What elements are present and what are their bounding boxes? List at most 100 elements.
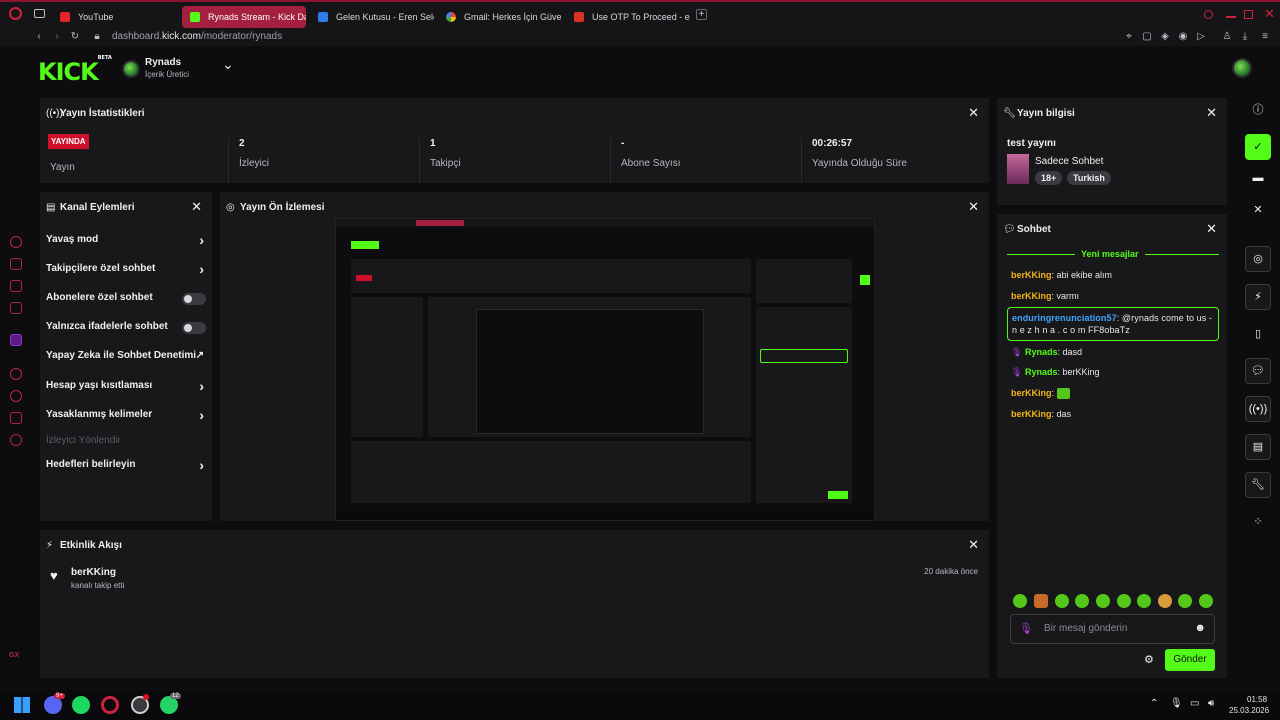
tag-turkish[interactable]: Turkish [1067, 171, 1111, 185]
tab-gmail-otp[interactable]: Use OTP To Proceed - eren [566, 6, 690, 28]
opera-logo-icon[interactable] [9, 7, 22, 20]
chat-username[interactable]: berKKing [1011, 270, 1052, 280]
download-icon[interactable]: ⤓ [1240, 32, 1250, 42]
tab-kick-dashboard[interactable]: Rynads Stream - Kick Dash [182, 6, 306, 28]
action-banned-words[interactable]: Yasaklanmış kelimeler › [46, 407, 206, 425]
channel-switch-chevron-icon[interactable]: ⌄ [222, 56, 234, 73]
kick-logo[interactable]: KICKBETA [38, 55, 112, 86]
emote-icon[interactable] [1117, 594, 1131, 608]
close-icon[interactable]: ✕ [1206, 221, 1217, 237]
menu-icon[interactable]: ≡ [1260, 32, 1270, 42]
user-avatar[interactable] [1232, 58, 1252, 78]
chat-toggle-icon[interactable]: 💬︎ [1245, 358, 1271, 384]
close-layout-icon[interactable]: ✕ [1250, 202, 1266, 218]
check-button[interactable]: ✓ [1245, 134, 1271, 160]
emote-icon[interactable] [1096, 594, 1110, 608]
actions-toggle-icon[interactable]: ▤ [1245, 434, 1271, 460]
clock-date[interactable]: 25.03.2026 [1229, 706, 1269, 715]
heart-icon[interactable] [10, 412, 22, 424]
preview-toggle-icon[interactable]: ◎ [1245, 246, 1271, 272]
action-ai-moderation[interactable]: Yapay Zeka ile Sohbet Denetimi ↗ [46, 350, 206, 366]
shopping-icon[interactable] [10, 258, 22, 270]
chat-username[interactable]: Rynads [1025, 367, 1058, 377]
document-icon[interactable]: ▯ [1250, 326, 1266, 342]
action-slow-mode[interactable]: Yavaş mod › [46, 232, 206, 250]
emote-icon[interactable] [1013, 594, 1027, 608]
widgets-icon[interactable]: ⁘ [1250, 514, 1266, 530]
close-icon[interactable]: ✕ [968, 199, 979, 215]
workspace-icon[interactable] [34, 9, 45, 18]
stream-video[interactable] [335, 218, 875, 521]
action-account-age[interactable]: Hesap yaşı kısıtlaması › [46, 378, 206, 396]
tab-youtube[interactable]: YouTube [52, 6, 176, 28]
pin-icon[interactable]: ⌖ [1124, 32, 1134, 42]
twitch-icon[interactable] [10, 334, 22, 346]
chat-input[interactable]: 🎙︎ Bir mesaj gönderin ☻ [1010, 614, 1215, 644]
vpn-icon[interactable]: ◈ [1160, 32, 1170, 42]
layout-icon[interactable]: ▬ [1250, 170, 1266, 186]
chat-username[interactable]: Rynads [1025, 347, 1058, 357]
close-icon[interactable]: ✕ [968, 537, 979, 553]
aria-icon[interactable] [10, 236, 22, 248]
emote-icon[interactable] [1055, 594, 1069, 608]
emote-icon[interactable] [1178, 594, 1192, 608]
chat-username[interactable]: berKKing [1011, 291, 1052, 301]
close-icon[interactable]: ✕ [191, 199, 202, 215]
network-icon[interactable]: ▭ [1190, 698, 1199, 709]
subscribers-only-toggle[interactable] [182, 293, 206, 305]
minimize-icon[interactable] [1226, 16, 1236, 18]
clock-time[interactable]: 01:58 [1247, 695, 1267, 704]
chat-username[interactable]: enduringrenunciation57 [1012, 313, 1117, 323]
music-icon[interactable] [10, 302, 22, 314]
settings-icon[interactable] [10, 434, 22, 446]
wrench-toggle-icon[interactable]: 🔧︎ [1245, 472, 1271, 498]
emote-icon[interactable] [1034, 594, 1048, 608]
tab-outlook[interactable]: Gelen Kutusu - Eren Selçuk [310, 6, 434, 28]
gx-icon[interactable]: GX [9, 652, 19, 659]
emote-only-toggle[interactable] [182, 322, 206, 334]
maximize-icon[interactable] [1244, 10, 1253, 19]
messenger-icon[interactable] [10, 280, 22, 292]
tab-gmail-google[interactable]: Gmail: Herkes İçin Güvenli [438, 6, 562, 28]
player-icon[interactable]: ▷ [1196, 32, 1206, 42]
lightning-toggle-icon[interactable]: ⚡︎ [1245, 284, 1271, 310]
chat-settings-icon[interactable]: ⚙ [1144, 653, 1154, 666]
category-name[interactable]: Sadece Sohbet [1035, 156, 1103, 167]
back-icon[interactable]: ‹ [34, 32, 44, 42]
action-followers-only[interactable]: Takipçilere özel sohbet › [46, 261, 206, 279]
player-sidebar-icon[interactable] [10, 368, 22, 380]
history-icon[interactable] [10, 390, 22, 402]
snapshot-icon[interactable]: ▢ [1142, 32, 1152, 42]
adblock-icon[interactable]: ◉ [1178, 32, 1188, 42]
microphone-icon[interactable]: 🎙︎ [1170, 698, 1183, 709]
reload-icon[interactable]: ↻ [70, 32, 80, 42]
spotify-icon[interactable] [72, 696, 90, 714]
windows-start-icon[interactable] [14, 697, 30, 713]
forward-icon[interactable]: › [52, 32, 62, 42]
close-window-icon[interactable]: ✕ [1264, 6, 1275, 22]
opera-gx-icon[interactable] [101, 696, 119, 714]
close-icon[interactable]: ✕ [1206, 105, 1217, 121]
volume-icon[interactable]: 🔊︎ [1208, 698, 1214, 709]
close-icon[interactable]: ✕ [968, 105, 979, 121]
channel-avatar[interactable] [122, 60, 140, 78]
send-button[interactable]: Gönder [1165, 649, 1215, 671]
new-tab-button[interactable]: + [696, 9, 707, 20]
broadcast-toggle-icon[interactable]: ((•)) [1245, 396, 1271, 422]
action-set-goals[interactable]: Hedefleri belirleyin › [46, 457, 206, 475]
emote-icon[interactable] [1075, 594, 1089, 608]
info-icon[interactable]: ⓘ [1250, 102, 1266, 118]
emote-icon[interactable] [1199, 594, 1213, 608]
account-icon[interactable]: ♙ [1222, 32, 1232, 42]
search-tabs-icon[interactable] [1204, 10, 1213, 19]
url-field[interactable]: dashboard.kick.com/moderator/rynads [112, 31, 282, 42]
tray-chevron-icon[interactable]: ⌃ [1150, 698, 1158, 709]
chat-username[interactable]: berKKing [1011, 409, 1052, 419]
activity-user[interactable]: berKKing [71, 567, 116, 578]
tag-18plus[interactable]: 18+ [1035, 171, 1063, 185]
new-messages-label[interactable]: Yeni mesajlar [1075, 249, 1145, 259]
emote-icon[interactable] [1137, 594, 1151, 608]
chat-username[interactable]: berKKing [1011, 388, 1052, 398]
emoji-picker-icon[interactable]: ☻ [1194, 622, 1206, 634]
emote-icon[interactable] [1158, 594, 1172, 608]
